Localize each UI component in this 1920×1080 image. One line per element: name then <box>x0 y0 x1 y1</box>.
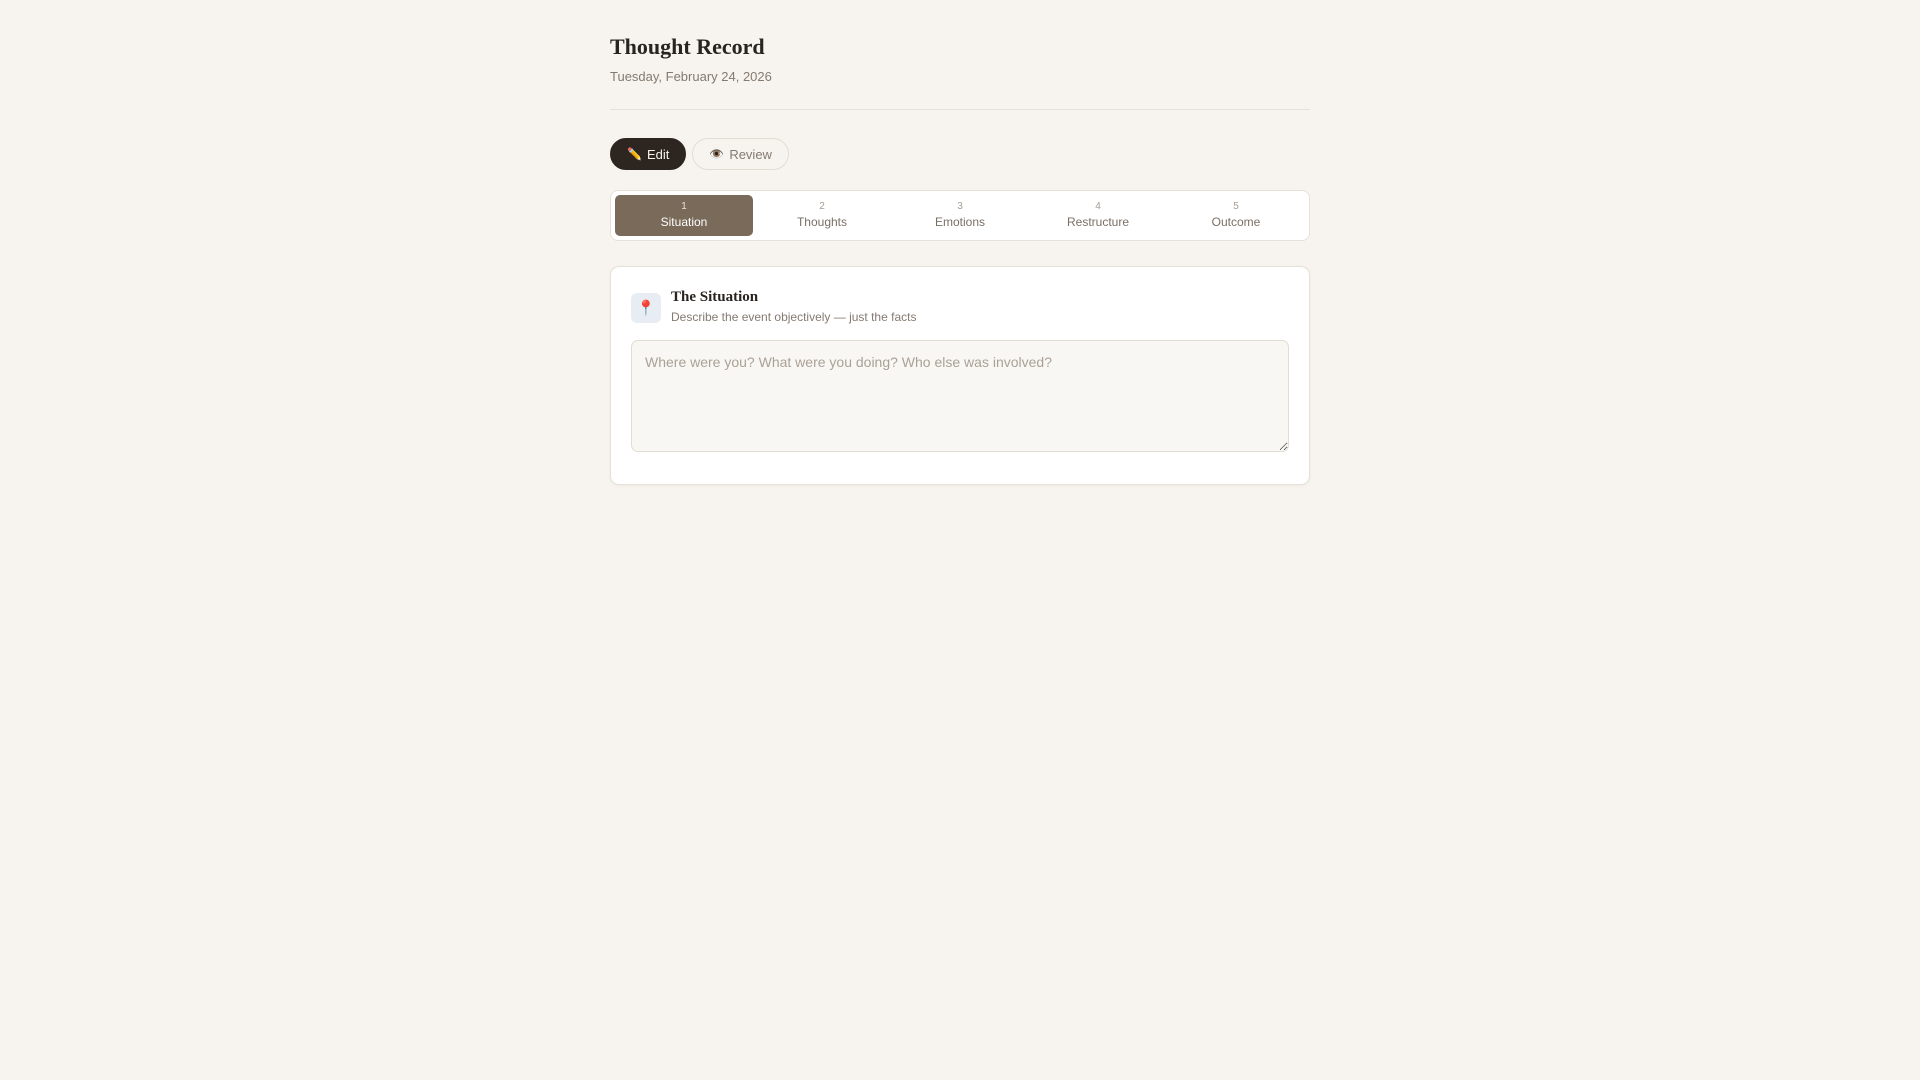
step-label: Situation <box>660 215 708 229</box>
step-number: 2 <box>819 201 825 212</box>
step-tab-outcome[interactable]: 5 Outcome <box>1167 195 1305 236</box>
edit-mode-button[interactable]: ✏️ Edit <box>610 138 687 170</box>
mode-toggle: ✏️ Edit 👁️ Review <box>610 138 1310 170</box>
pencil-icon: ✏️ <box>627 147 642 161</box>
page-title: Thought Record <box>610 34 765 59</box>
thought-record-page: Thought Record Tuesday, February 24, 202… <box>610 0 1310 485</box>
card-title: The Situation <box>671 289 759 305</box>
review-mode-button[interactable]: 👁️ Review <box>692 138 789 170</box>
step-tab-emotions[interactable]: 3 Emotions <box>891 195 1029 236</box>
pin-icon: 📍 <box>631 293 661 323</box>
situation-textarea[interactable] <box>631 340 1289 452</box>
edit-mode-label: Edit <box>646 146 670 162</box>
step-tab-situation[interactable]: 1 Situation <box>615 195 753 236</box>
page-date: Tuesday, February 24, 2026 <box>610 69 772 84</box>
step-number: 3 <box>957 201 963 212</box>
step-label: Restructure <box>1066 215 1130 229</box>
step-label: Thoughts <box>796 215 848 229</box>
step-number: 1 <box>681 201 687 212</box>
header-divider <box>610 109 1310 110</box>
situation-card: 📍 The Situation Describe the event objec… <box>610 266 1310 485</box>
step-number: 5 <box>1233 201 1239 212</box>
step-label: Emotions <box>934 215 986 229</box>
step-tabs: 1 Situation 2 Thoughts 3 Emotions 4 Rest… <box>610 190 1310 241</box>
card-subtitle: Describe the event objectively — just th… <box>671 310 917 324</box>
review-mode-label: Review <box>729 146 772 162</box>
step-tab-thoughts[interactable]: 2 Thoughts <box>753 195 891 236</box>
step-label: Outcome <box>1211 215 1261 229</box>
card-header: 📍 The Situation Describe the event objec… <box>631 287 1289 325</box>
card-heading: The Situation Describe the event objecti… <box>671 287 916 325</box>
step-number: 4 <box>1095 201 1101 212</box>
eye-icon: 👁️ <box>709 147 725 161</box>
step-tab-restructure[interactable]: 4 Restructure <box>1029 195 1167 236</box>
